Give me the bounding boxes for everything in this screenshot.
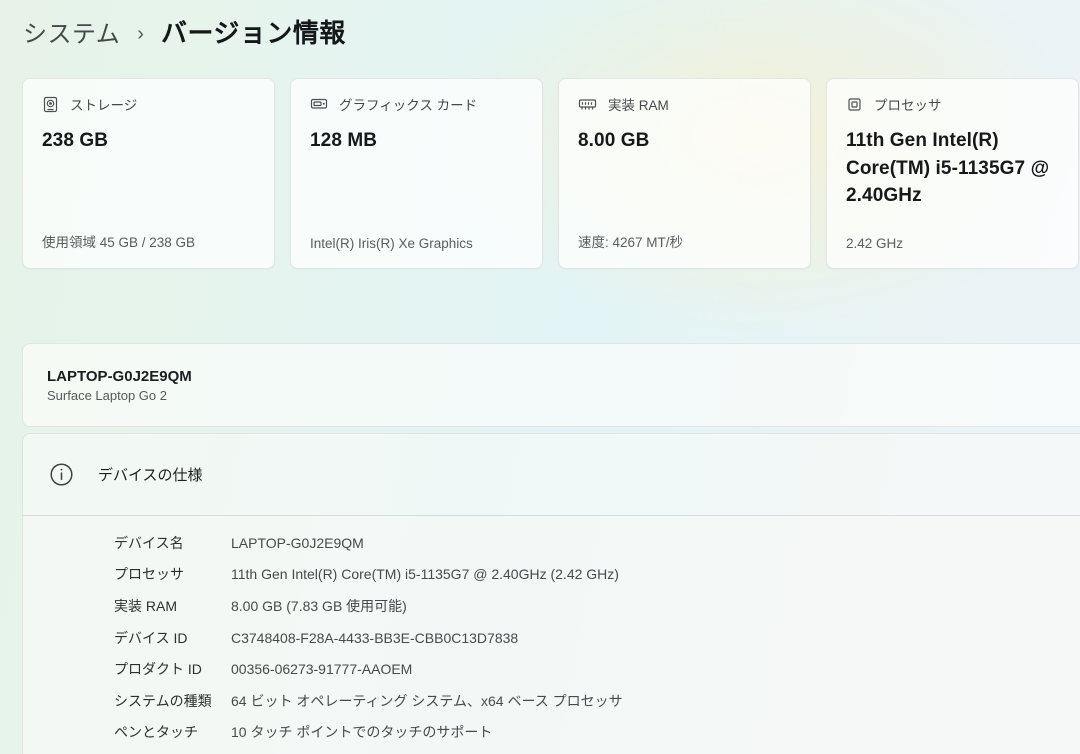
spec-label: プロダクト ID xyxy=(114,659,231,679)
storage-card-header: ストレージ xyxy=(42,94,255,114)
gpu-card: グラフィックス カード 128 MB Intel(R) Iris(R) Xe G… xyxy=(290,78,543,269)
spec-value: 00356-06273-91777-AAOEM xyxy=(231,661,412,677)
ram-card-label: 実装 RAM xyxy=(608,94,669,114)
ram-card-footer: 速度: 4267 MT/秒 xyxy=(578,231,791,251)
spec-row-system-type: システムの種類 64 ビット オペレーティング システム、x64 ベース プロセ… xyxy=(114,685,1080,717)
spec-row-pen-touch: ペンとタッチ 10 タッチ ポイントでのタッチのサポート xyxy=(114,717,1080,749)
device-name: LAPTOP-G0J2E9QM xyxy=(47,368,1056,385)
spec-label: デバイス名 xyxy=(114,533,231,553)
cpu-card: プロセッサ 11th Gen Intel(R) Core(TM) i5-1135… xyxy=(826,78,1079,269)
spec-label: プロセッサ xyxy=(114,564,231,584)
storage-card: ストレージ 238 GB 使用領域 45 GB / 238 GB xyxy=(22,78,275,269)
spec-value: LAPTOP-G0J2E9QM xyxy=(231,535,364,551)
gpu-card-footer: Intel(R) Iris(R) Xe Graphics xyxy=(310,236,523,251)
spec-label: ペンとタッチ xyxy=(114,722,231,742)
cpu-icon xyxy=(846,96,863,113)
ram-card: 実装 RAM 8.00 GB 速度: 4267 MT/秒 xyxy=(558,78,811,269)
gpu-card-header: グラフィックス カード xyxy=(310,94,523,114)
cpu-card-footer: 2.42 GHz xyxy=(846,236,1059,251)
device-specs-expander-header[interactable]: デバイスの仕様 xyxy=(23,434,1080,516)
spec-value: 11th Gen Intel(R) Core(TM) i5-1135G7 @ 2… xyxy=(231,566,619,582)
spec-value: 8.00 GB (7.83 GB 使用可能) xyxy=(231,596,407,616)
breadcrumb-system[interactable]: システム xyxy=(23,14,120,49)
storage-icon xyxy=(42,96,59,113)
device-specs-title: デバイスの仕様 xyxy=(98,464,203,485)
cpu-card-label: プロセッサ xyxy=(874,94,942,114)
breadcrumb: システム › バージョン情報 xyxy=(0,0,1080,50)
storage-card-value: 238 GB xyxy=(42,127,255,155)
info-cards-row: ストレージ 238 GB 使用領域 45 GB / 238 GB グラフィックス… xyxy=(22,78,1080,269)
spec-value: 64 ビット オペレーティング システム、x64 ベース プロセッサ xyxy=(231,691,623,711)
spec-value: C3748408-F28A-4433-BB3E-CBB0C13D7838 xyxy=(231,630,518,646)
page-title: バージョン情報 xyxy=(161,13,346,50)
ram-icon xyxy=(578,97,597,111)
info-icon xyxy=(49,462,74,487)
device-name-banner: LAPTOP-G0J2E9QM Surface Laptop Go 2 xyxy=(22,343,1080,427)
device-specs-panel: デバイスの仕様 デバイス名 LAPTOP-G0J2E9QM プロセッサ 11th… xyxy=(22,433,1080,754)
device-model: Surface Laptop Go 2 xyxy=(47,388,1056,403)
spec-row-ram: 実装 RAM 8.00 GB (7.83 GB 使用可能) xyxy=(114,590,1080,622)
spec-row-device-name: デバイス名 LAPTOP-G0J2E9QM xyxy=(114,527,1080,559)
spec-row-product-id: プロダクト ID 00356-06273-91777-AAOEM xyxy=(114,653,1080,685)
gpu-card-value: 128 MB xyxy=(310,127,523,155)
cpu-card-value: 11th Gen Intel(R) Core(TM) i5-1135G7 @ 2… xyxy=(846,127,1059,210)
spec-label: デバイス ID xyxy=(114,628,231,648)
storage-card-footer: 使用領域 45 GB / 238 GB xyxy=(42,231,255,251)
spec-label: システムの種類 xyxy=(114,691,231,711)
spec-label: 実装 RAM xyxy=(114,596,231,616)
device-specs-table: デバイス名 LAPTOP-G0J2E9QM プロセッサ 11th Gen Int… xyxy=(23,516,1080,754)
ram-card-value: 8.00 GB xyxy=(578,127,791,155)
spec-row-processor: プロセッサ 11th Gen Intel(R) Core(TM) i5-1135… xyxy=(114,559,1080,591)
cpu-card-header: プロセッサ xyxy=(846,94,1059,114)
spec-row-device-id: デバイス ID C3748408-F28A-4433-BB3E-CBB0C13D… xyxy=(114,622,1080,654)
spec-value: 10 タッチ ポイントでのタッチのサポート xyxy=(231,722,492,742)
breadcrumb-chevron-icon: › xyxy=(137,23,144,46)
gpu-icon xyxy=(310,96,328,112)
storage-card-label: ストレージ xyxy=(70,94,137,114)
ram-card-header: 実装 RAM xyxy=(578,94,791,114)
gpu-card-label: グラフィックス カード xyxy=(339,94,477,114)
